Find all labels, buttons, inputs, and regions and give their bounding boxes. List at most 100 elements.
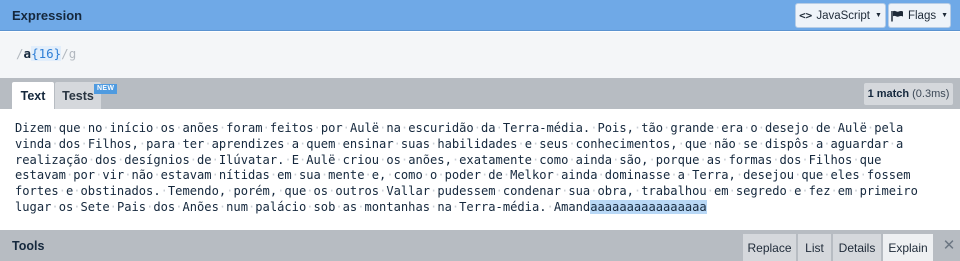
whitespace-marker: · xyxy=(684,168,693,183)
whitespace-marker: · xyxy=(284,152,292,167)
whitespace-marker: · xyxy=(633,121,642,135)
tools-details-button[interactable]: Details xyxy=(833,234,882,261)
flag-icon xyxy=(891,10,904,22)
whitespace-marker: · xyxy=(714,121,722,135)
whitespace-marker: · xyxy=(772,152,780,167)
expression-header: Expression <> JavaScript ▼ Flags ▼ xyxy=(0,0,960,31)
whitespace-marker: · xyxy=(400,152,409,167)
new-badge: NEW xyxy=(94,84,118,94)
whitespace-marker: · xyxy=(699,152,707,167)
whitespace-marker: · xyxy=(437,168,445,183)
whitespace-marker: · xyxy=(495,121,503,135)
whitespace-marker: · xyxy=(248,199,256,214)
whitespace-marker: · xyxy=(379,152,387,167)
whitespace-marker: · xyxy=(80,121,88,135)
whitespace-marker: · xyxy=(481,168,489,183)
whitespace-marker: · xyxy=(80,136,88,151)
whitespace-marker: · xyxy=(218,199,227,214)
whitespace-marker: · xyxy=(670,168,678,183)
whitespace-marker: · xyxy=(859,168,867,183)
close-icon[interactable]: ✕ xyxy=(940,236,958,254)
whitespace-marker: · xyxy=(175,199,183,214)
regex-expression[interactable]: /a{16}/g xyxy=(16,46,76,61)
whitespace-marker: · xyxy=(801,184,809,199)
text-line: Dizem·que·no·início·os·anões·foram·feito… xyxy=(15,121,904,135)
whitespace-marker: · xyxy=(597,168,605,183)
flags-dropdown-button[interactable]: Flags ▼ xyxy=(888,3,951,28)
whitespace-marker: · xyxy=(823,168,831,183)
expression-title: Expression xyxy=(12,8,83,23)
whitespace-marker: · xyxy=(138,136,147,151)
regex-flags[interactable]: g xyxy=(69,46,77,61)
match-time: (0.3ms) xyxy=(912,88,950,100)
whitespace-marker: · xyxy=(160,184,168,199)
whitespace-marker: · xyxy=(830,184,838,199)
whitespace-marker: · xyxy=(226,184,234,199)
whitespace-marker: · xyxy=(109,199,117,214)
whitespace-marker: · xyxy=(866,121,875,135)
whitespace-marker: · xyxy=(553,168,562,183)
whitespace-marker: · xyxy=(743,121,751,135)
tools-explain-button[interactable]: Explain xyxy=(883,234,934,261)
whitespace-marker: · xyxy=(473,121,481,135)
whitespace-marker: · xyxy=(801,152,809,167)
whitespace-marker: · xyxy=(342,121,350,135)
whitespace-marker: · xyxy=(648,152,656,167)
tools-list-button[interactable]: List xyxy=(798,234,832,261)
whitespace-marker: · xyxy=(357,199,365,214)
whitespace-marker: · xyxy=(735,168,744,183)
chevron-down-icon: ▼ xyxy=(941,12,949,19)
regex-open-delimiter: / xyxy=(16,46,24,61)
whitespace-marker: · xyxy=(379,184,387,199)
whitespace-marker: · xyxy=(706,184,714,199)
test-text-editor[interactable]: Dizem·que·no·início·os·anões·foram·feito… xyxy=(0,109,960,230)
text-tab-bar: Text Tests xyxy=(0,78,960,109)
whitespace-marker: · xyxy=(531,136,540,151)
whitespace-marker: · xyxy=(852,184,860,199)
whitespace-marker: · xyxy=(451,152,460,167)
whitespace-marker: · xyxy=(852,152,860,167)
whitespace-marker: · xyxy=(284,136,292,151)
whitespace-marker: · xyxy=(612,152,620,167)
match-count: 1 match xyxy=(867,88,910,100)
whitespace-marker: · xyxy=(153,168,161,183)
whitespace-marker: · xyxy=(786,184,795,199)
whitespace-marker: · xyxy=(298,152,307,167)
whitespace-marker: · xyxy=(73,199,81,214)
regex-close-delimiter: / xyxy=(61,46,69,61)
whitespace-marker: · xyxy=(830,121,838,135)
whitespace-marker: · xyxy=(590,184,598,199)
test-text-content[interactable]: Dizem·que·no·início·os·anões·foram·feito… xyxy=(15,121,950,216)
whitespace-marker: · xyxy=(328,184,336,199)
whitespace-marker: · xyxy=(306,199,314,214)
match-summary: 1 match (0.3ms) xyxy=(864,83,953,105)
tab-text[interactable]: Text xyxy=(12,82,54,109)
whitespace-marker: · xyxy=(218,121,227,135)
whitespace-marker: · xyxy=(211,152,219,167)
whitespace-marker: · xyxy=(277,184,285,199)
whitespace-marker: · xyxy=(633,184,642,199)
language-label: JavaScript xyxy=(816,9,870,22)
whitespace-marker: · xyxy=(65,168,74,183)
whitespace-marker: · xyxy=(808,136,816,151)
whitespace-marker: · xyxy=(590,121,598,135)
whitespace-marker: · xyxy=(517,136,525,151)
whitespace-marker: · xyxy=(568,152,576,167)
whitespace-marker: · xyxy=(728,184,736,199)
whitespace-marker: · xyxy=(663,121,671,135)
whitespace-marker: · xyxy=(495,184,503,199)
regex-quantifier: {16} xyxy=(31,46,62,61)
whitespace-marker: · xyxy=(706,136,714,151)
whitespace-marker: · xyxy=(146,199,154,214)
whitespace-marker: · xyxy=(677,136,685,151)
text-line: lugar·os·Sete·Pais·dos·Anões·num·palácio… xyxy=(15,199,707,214)
whitespace-marker: · xyxy=(823,136,831,151)
expression-editor[interactable]: /a{16}/g xyxy=(0,32,960,78)
language-dropdown-button[interactable]: <> JavaScript ▼ xyxy=(795,3,886,28)
tools-replace-button[interactable]: Replace xyxy=(743,234,797,261)
whitespace-marker: · xyxy=(430,184,438,199)
whitespace-marker: · xyxy=(102,121,110,135)
flags-label: Flags xyxy=(907,9,937,22)
text-line: vinda·dos·Filhos,·para·ter·aprendizes·a·… xyxy=(15,136,904,151)
whitespace-marker: · xyxy=(51,199,59,214)
